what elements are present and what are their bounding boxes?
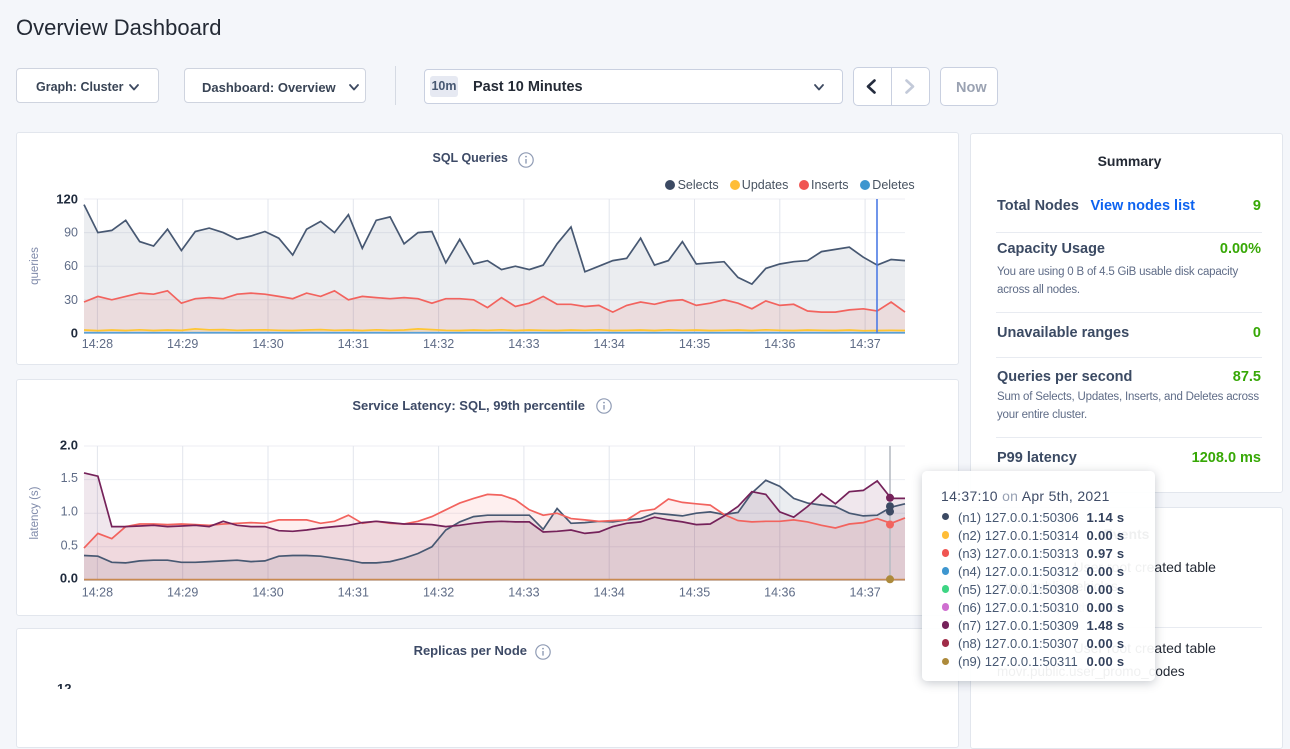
svg-text:30: 30 (64, 293, 78, 307)
svg-text:1.5: 1.5 (61, 471, 78, 485)
svg-text:14:34: 14:34 (594, 337, 625, 351)
svg-text:0.0: 0.0 (60, 571, 78, 586)
svg-text:14:35: 14:35 (679, 337, 710, 351)
svg-text:120: 120 (56, 192, 78, 207)
svg-text:0: 0 (71, 326, 78, 341)
svg-text:14:37: 14:37 (849, 337, 880, 351)
svg-text:14:33: 14:33 (508, 586, 539, 600)
svg-text:14:31: 14:31 (338, 337, 369, 351)
svg-text:latency (s): latency (s) (29, 486, 41, 539)
svg-text:14:29: 14:29 (167, 586, 198, 600)
svg-text:queries: queries (29, 247, 41, 285)
svg-text:90: 90 (64, 226, 78, 240)
svg-text:60: 60 (64, 259, 78, 273)
svg-text:14:31: 14:31 (338, 586, 369, 600)
svg-text:14:28: 14:28 (82, 586, 113, 600)
svg-text:14:33: 14:33 (508, 337, 539, 351)
svg-text:14:29: 14:29 (167, 337, 198, 351)
svg-text:0.5: 0.5 (61, 538, 78, 552)
svg-text:12: 12 (57, 681, 71, 689)
svg-text:14:32: 14:32 (423, 586, 454, 600)
svg-text:14:30: 14:30 (252, 586, 283, 600)
svg-text:14:30: 14:30 (252, 337, 283, 351)
svg-text:14:35: 14:35 (679, 586, 710, 600)
svg-text:14:36: 14:36 (764, 337, 795, 351)
svg-text:14:28: 14:28 (82, 337, 113, 351)
svg-text:14:34: 14:34 (594, 586, 625, 600)
svg-text:14:36: 14:36 (764, 586, 795, 600)
svg-text:14:37: 14:37 (849, 586, 880, 600)
svg-text:2.0: 2.0 (60, 438, 78, 453)
svg-text:1.0: 1.0 (61, 505, 78, 519)
svg-text:14:32: 14:32 (423, 337, 454, 351)
